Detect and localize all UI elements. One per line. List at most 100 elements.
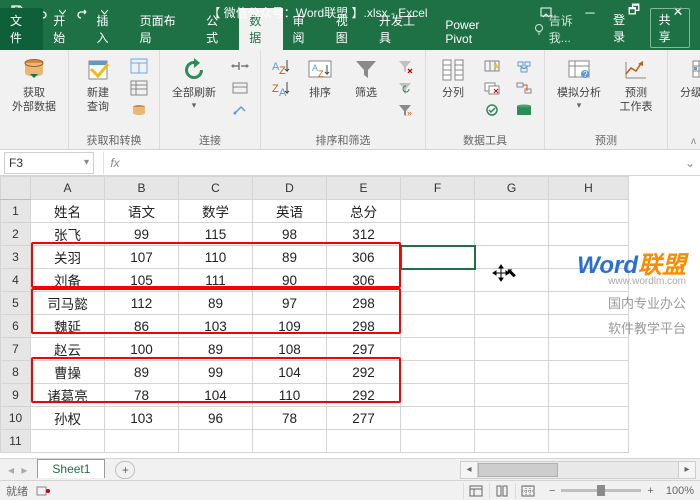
macro-record-icon[interactable] bbox=[36, 485, 50, 497]
cell[interactable] bbox=[401, 315, 475, 338]
sort-asc-icon[interactable]: AZ bbox=[269, 56, 293, 76]
cell[interactable]: 78 bbox=[105, 384, 179, 407]
cell[interactable]: 103 bbox=[179, 315, 253, 338]
cell[interactable]: 诸葛亮 bbox=[31, 384, 105, 407]
cell[interactable]: 104 bbox=[253, 361, 327, 384]
flash-fill-icon[interactable] bbox=[480, 56, 504, 76]
name-box[interactable]: F3 ▾ bbox=[4, 152, 94, 174]
row-2[interactable]: 2 bbox=[1, 223, 31, 246]
row-3[interactable]: 3 bbox=[1, 246, 31, 269]
cell[interactable] bbox=[475, 200, 549, 223]
remove-duplicates-icon[interactable] bbox=[480, 78, 504, 98]
show-queries-icon[interactable] bbox=[127, 56, 151, 76]
from-table-icon[interactable] bbox=[127, 78, 151, 98]
outline-button[interactable]: 分级显示 ▾ bbox=[674, 54, 700, 113]
cell[interactable] bbox=[401, 338, 475, 361]
add-sheet-button[interactable]: + bbox=[115, 461, 135, 479]
login-button[interactable]: 登录 bbox=[603, 7, 645, 49]
zoom-slider[interactable] bbox=[561, 489, 641, 492]
cell[interactable] bbox=[401, 292, 475, 315]
view-pagebreak-icon[interactable] bbox=[515, 483, 541, 499]
cell[interactable] bbox=[253, 430, 327, 453]
cell[interactable]: 司马懿 bbox=[31, 292, 105, 315]
hscroll-thumb[interactable] bbox=[478, 463, 558, 477]
cell[interactable]: 110 bbox=[253, 384, 327, 407]
clear-filter-icon[interactable] bbox=[393, 56, 417, 76]
formula-input[interactable] bbox=[126, 152, 680, 174]
cell[interactable] bbox=[401, 269, 475, 292]
col-D[interactable]: D bbox=[253, 177, 327, 200]
collapse-ribbon-icon[interactable]: ᴧ bbox=[691, 136, 696, 147]
row-7[interactable]: 7 bbox=[1, 338, 31, 361]
cell[interactable]: 298 bbox=[327, 315, 401, 338]
hscroll-right[interactable]: ▸ bbox=[678, 461, 696, 479]
cell[interactable] bbox=[327, 430, 401, 453]
col-G[interactable]: G bbox=[475, 177, 549, 200]
tab-home[interactable]: 开始 bbox=[43, 8, 86, 50]
cell[interactable]: 97 bbox=[253, 292, 327, 315]
row-10[interactable]: 10 bbox=[1, 407, 31, 430]
row-9[interactable]: 9 bbox=[1, 384, 31, 407]
sort-desc-icon[interactable]: ZA bbox=[269, 78, 293, 98]
cell[interactable]: 语文 bbox=[105, 200, 179, 223]
cell[interactable]: 86 bbox=[105, 315, 179, 338]
cell[interactable] bbox=[475, 246, 549, 269]
cell[interactable] bbox=[179, 430, 253, 453]
cell[interactable] bbox=[549, 338, 629, 361]
cell[interactable] bbox=[401, 407, 475, 430]
cell[interactable] bbox=[475, 315, 549, 338]
fx-button[interactable]: fx bbox=[104, 156, 126, 170]
cell[interactable]: 98 bbox=[253, 223, 327, 246]
cell[interactable] bbox=[475, 223, 549, 246]
cell[interactable] bbox=[31, 430, 105, 453]
cell[interactable]: 100 bbox=[105, 338, 179, 361]
advanced-filter-icon[interactable]: » bbox=[393, 100, 417, 120]
cell[interactable]: 277 bbox=[327, 407, 401, 430]
cell[interactable]: 111 bbox=[179, 269, 253, 292]
cell[interactable]: 108 bbox=[253, 338, 327, 361]
row-4[interactable]: 4 bbox=[1, 269, 31, 292]
filter-button[interactable]: 筛选 bbox=[345, 54, 387, 102]
cell[interactable]: 89 bbox=[105, 361, 179, 384]
cell[interactable] bbox=[105, 430, 179, 453]
cell[interactable] bbox=[475, 384, 549, 407]
cell[interactable]: 297 bbox=[327, 338, 401, 361]
connections-icon[interactable] bbox=[228, 56, 252, 76]
get-external-data-button[interactable]: 获取 外部数据 bbox=[6, 54, 62, 116]
view-normal-icon[interactable] bbox=[463, 483, 489, 499]
cell[interactable]: 298 bbox=[327, 292, 401, 315]
cell[interactable]: 数学 bbox=[179, 200, 253, 223]
row-6[interactable]: 6 bbox=[1, 315, 31, 338]
hscroll-left[interactable]: ◂ bbox=[460, 461, 478, 479]
cell[interactable]: 90 bbox=[253, 269, 327, 292]
cell[interactable] bbox=[549, 361, 629, 384]
cell[interactable]: 306 bbox=[327, 269, 401, 292]
zoom-out-button[interactable]: − bbox=[549, 485, 555, 497]
cell[interactable] bbox=[401, 430, 475, 453]
cell[interactable] bbox=[401, 361, 475, 384]
grid[interactable]: A B C D E F G H 1 姓名 语文 数学 英语 总分 2 张飞991… bbox=[0, 176, 629, 453]
cell[interactable]: 96 bbox=[179, 407, 253, 430]
cell[interactable] bbox=[401, 384, 475, 407]
cell[interactable] bbox=[475, 338, 549, 361]
tab-file[interactable]: 文件 bbox=[0, 8, 43, 50]
cell[interactable]: 孙权 bbox=[31, 407, 105, 430]
hscroll-track[interactable] bbox=[478, 461, 678, 479]
sort-button[interactable]: AZ 排序 bbox=[299, 54, 341, 102]
cell[interactable]: 张飞 bbox=[31, 223, 105, 246]
cell[interactable] bbox=[549, 407, 629, 430]
cell[interactable]: 总分 bbox=[327, 200, 401, 223]
cell[interactable]: 关羽 bbox=[31, 246, 105, 269]
cell[interactable]: 292 bbox=[327, 384, 401, 407]
view-pagelayout-icon[interactable] bbox=[489, 483, 515, 499]
cell[interactable] bbox=[401, 223, 475, 246]
forecast-sheet-button[interactable]: 预测 工作表 bbox=[611, 54, 661, 116]
data-validation-icon[interactable] bbox=[480, 100, 504, 120]
cell[interactable]: 赵云 bbox=[31, 338, 105, 361]
cell[interactable]: 105 bbox=[105, 269, 179, 292]
cell[interactable]: 英语 bbox=[253, 200, 327, 223]
new-query-button[interactable]: 新建 查询 bbox=[75, 54, 121, 116]
cell[interactable] bbox=[475, 407, 549, 430]
edit-links-icon[interactable] bbox=[228, 100, 252, 120]
row-1[interactable]: 1 bbox=[1, 200, 31, 223]
